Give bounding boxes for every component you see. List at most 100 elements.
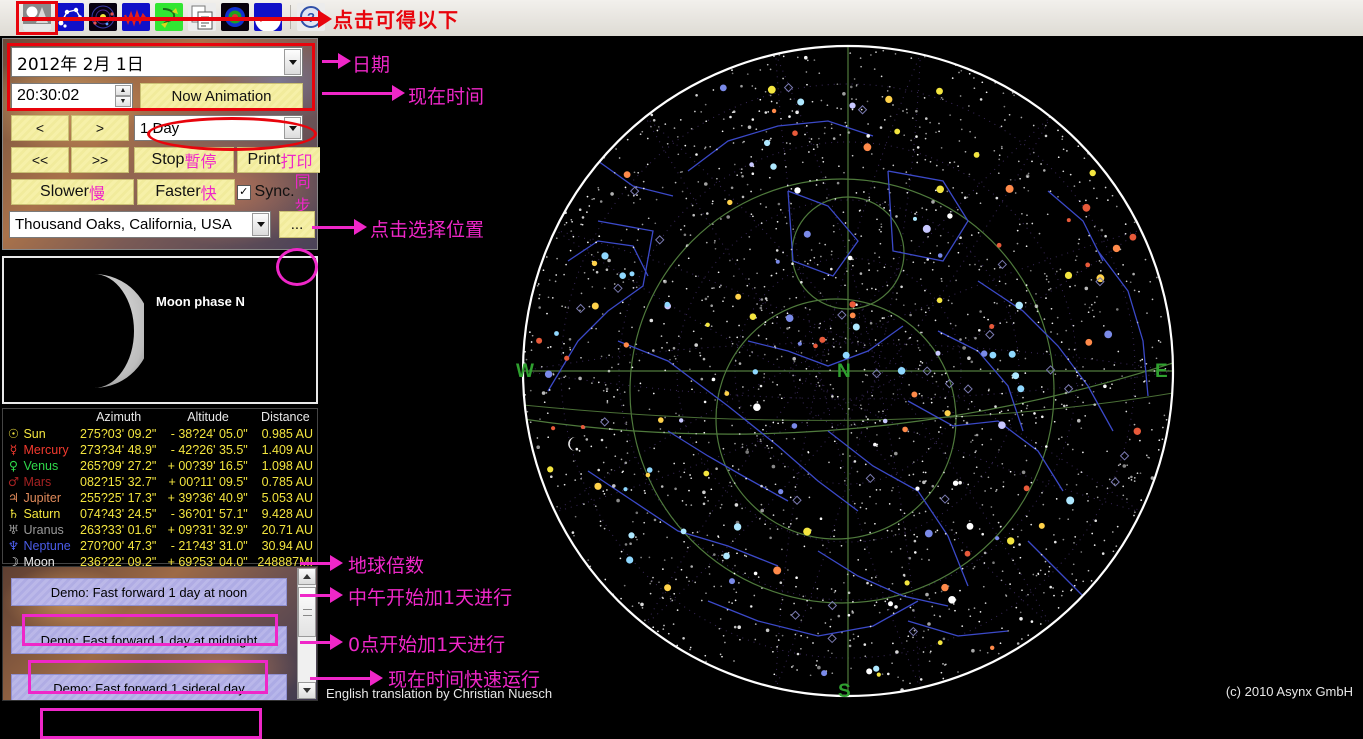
slower-button[interactable]: Slower 慢: [11, 179, 134, 205]
planet-name: ♅ Uranus: [7, 522, 64, 537]
slower-label-cn: 慢: [88, 184, 105, 203]
demo-button-sideral[interactable]: Demo: Fast forward 1 sideral day: [11, 674, 287, 700]
sync-checkbox[interactable]: ✓: [237, 184, 251, 200]
interval-value: 1 Day: [140, 119, 180, 137]
table-row[interactable]: ☿ Mercury 273?34' 48.9" - 42?26' 35.5" 1.40…: [3, 442, 317, 458]
table-row[interactable]: ♃ Jupiter 255?25' 17.3" + 39?36' 40.9" 5.05…: [3, 490, 317, 506]
planet-symbol-icon: ♃: [7, 490, 20, 505]
time-value: 20:30:02: [17, 87, 80, 104]
planet-azimuth: 275?03' 09.2": [80, 426, 157, 441]
location-dropdown-arrow[interactable]: [252, 213, 269, 236]
planet-name: ♆ Neptune: [7, 538, 71, 553]
table-row[interactable]: ♄ Saturn 074?43' 24.5" - 36?01' 57.1" 9.428…: [3, 506, 317, 522]
annotation-line-noon: [300, 594, 332, 597]
table-row[interactable]: ♆ Neptune 270?00' 47.3" - 21?43' 31.0" 30.9…: [3, 538, 317, 554]
planet-distance: 30.94 AU: [261, 538, 313, 553]
slower-label-en: Slower: [40, 183, 89, 200]
scroll-down-button[interactable]: [298, 682, 316, 699]
translation-credit: English translation by Christian Nuesch: [326, 686, 553, 701]
planet-altitude: + 39?36' 40.9": [167, 490, 248, 505]
planet-azimuth: 263?33' 01.6": [80, 522, 157, 537]
demo-button-midnight[interactable]: Demo: Fast forward 1 day at midnight: [11, 626, 287, 654]
planet-distance: 5.053 AU: [261, 490, 313, 505]
annotation-arrow-midnight: [330, 634, 343, 650]
time-spinner[interactable]: ▲ ▼: [115, 85, 131, 107]
stop-button[interactable]: Stop 暫停: [134, 147, 234, 173]
planet-altitude: + 09?31' 32.9": [167, 522, 248, 537]
sky-label-south: S: [838, 681, 851, 702]
annotation-text-earth-multiple: 地球倍数: [348, 555, 425, 577]
stop-label-en: Stop: [151, 151, 185, 168]
left-column: 2012年 2月 1日 20:30:02 ▲ ▼ Now Animation < …: [0, 36, 323, 739]
stop-label-cn: 暫停: [184, 152, 217, 171]
location-select[interactable]: Thousand Oaks, California, USA: [9, 211, 271, 238]
planet-name: ♀ Venus: [8, 458, 59, 473]
print-label-en: Print: [247, 151, 281, 168]
now-animation-button[interactable]: Now Animation: [140, 83, 303, 109]
planet-altitude: + 00?39' 16.5": [167, 458, 248, 473]
planet-azimuth: 255?25' 17.3": [80, 490, 157, 505]
table-row[interactable]: ♅ Uranus 263?33' 01.6" + 09?31' 32.9" 20.71…: [3, 522, 317, 538]
step-back-button[interactable]: <: [11, 115, 69, 141]
annotation-arrow-location: [354, 219, 367, 235]
annotation-toolbar-line: [22, 17, 322, 21]
planet-distance: 1.098 AU: [261, 458, 313, 473]
step-back-fast-button[interactable]: <<: [11, 147, 69, 173]
planet-symbol-icon: ♄: [7, 506, 20, 521]
planet-altitude: - 21?43' 31.0": [170, 538, 248, 553]
date-field[interactable]: 2012年 2月 1日: [11, 47, 303, 77]
annotation-arrow-date: [338, 53, 351, 69]
planet-symbol-icon: ♀: [8, 458, 19, 473]
planet-azimuth: 074?43' 24.5": [80, 506, 157, 521]
planet-name: ♃ Jupiter: [7, 490, 61, 505]
planet-symbol-icon: ☉: [7, 426, 20, 441]
planet-symbol-icon: ☿: [9, 442, 18, 457]
table-body: ☉ Sun 275?03' 09.2" - 38?24' 05.0" 0.985 AU…: [3, 426, 317, 570]
location-browse-button[interactable]: ...: [279, 211, 315, 238]
interval-dropdown-arrow[interactable]: [284, 117, 301, 139]
table-row[interactable]: ♂ Mars 082?15' 32.7" + 00?11' 09.5" 0.785 A…: [3, 474, 317, 490]
annotation-arrow-fast-run: [370, 670, 383, 686]
annotation-text-date: 日期: [352, 54, 391, 76]
planet-altitude: - 42?26' 35.5": [170, 442, 248, 457]
annotation-text-midnight: 0点开始加1天进行: [348, 634, 506, 656]
step-forward-button[interactable]: >: [71, 115, 129, 141]
moon-phase-panel: Moon phase N: [2, 256, 318, 404]
table-header-azimuth: Azimuth: [96, 410, 142, 424]
sync-checkbox-row[interactable]: ✓ Sync. 同步: [237, 172, 323, 215]
planet-name: ☿ Mercury: [3, 442, 75, 458]
scroll-up-button[interactable]: [298, 568, 316, 585]
planet-azimuth: 273?34' 48.9": [80, 442, 157, 457]
planet-azimuth: 082?15' 32.7": [80, 474, 157, 489]
faster-label-en: Faster: [155, 183, 201, 200]
table-header-symbol: [3, 409, 75, 426]
planet-azimuth: 265?09' 27.2": [80, 458, 157, 473]
moon-phase-title: Moon phase N: [156, 294, 245, 309]
date-dropdown-arrow[interactable]: [284, 49, 301, 75]
planet-distance: 9.428 AU: [261, 506, 313, 521]
sky-label-west: W: [516, 361, 534, 382]
annotation-toolbar-arrow: [318, 10, 332, 28]
planet-distance: 0.785 AU: [261, 474, 313, 489]
ephemeris-table: Azimuth Altitude Distance ☉ Sun 275?03' 09.…: [2, 408, 318, 569]
sync-label-cn: 同步: [294, 172, 311, 215]
interval-select[interactable]: 1 Day: [134, 115, 303, 141]
planet-symbol-icon: ♂: [7, 474, 20, 489]
table-header-row: Azimuth Altitude Distance: [3, 409, 317, 426]
planet-symbol-icon: ♅: [7, 522, 20, 537]
annotation-line-fast-run: [310, 677, 372, 680]
planet-altitude: - 36?01' 57.1": [170, 506, 248, 521]
planet-name: ♄ Saturn: [7, 506, 61, 521]
table-row[interactable]: ♀ Venus 265?09' 27.2" + 00?39' 16.5" 1.098 …: [3, 458, 317, 474]
planet-altitude: + 00?11' 09.5": [168, 474, 248, 489]
table-row[interactable]: ☉ Sun 275?03' 09.2" - 38?24' 05.0" 0.985 AU: [3, 426, 317, 442]
planet-name: ♂ Mars: [7, 474, 52, 489]
faster-button[interactable]: Faster 快: [137, 179, 235, 205]
demo-button-noon[interactable]: Demo: Fast forward 1 day at noon: [11, 578, 287, 606]
step-forward-fast-button[interactable]: >>: [71, 147, 129, 173]
annotation-arrow-now-time: [392, 85, 405, 101]
time-field[interactable]: 20:30:02 ▲ ▼: [11, 83, 133, 109]
sky-label-east: E: [1155, 361, 1168, 382]
annotation-arrow-earth-multiple: [330, 555, 343, 571]
planet-azimuth: 270?00' 47.3": [80, 538, 157, 553]
